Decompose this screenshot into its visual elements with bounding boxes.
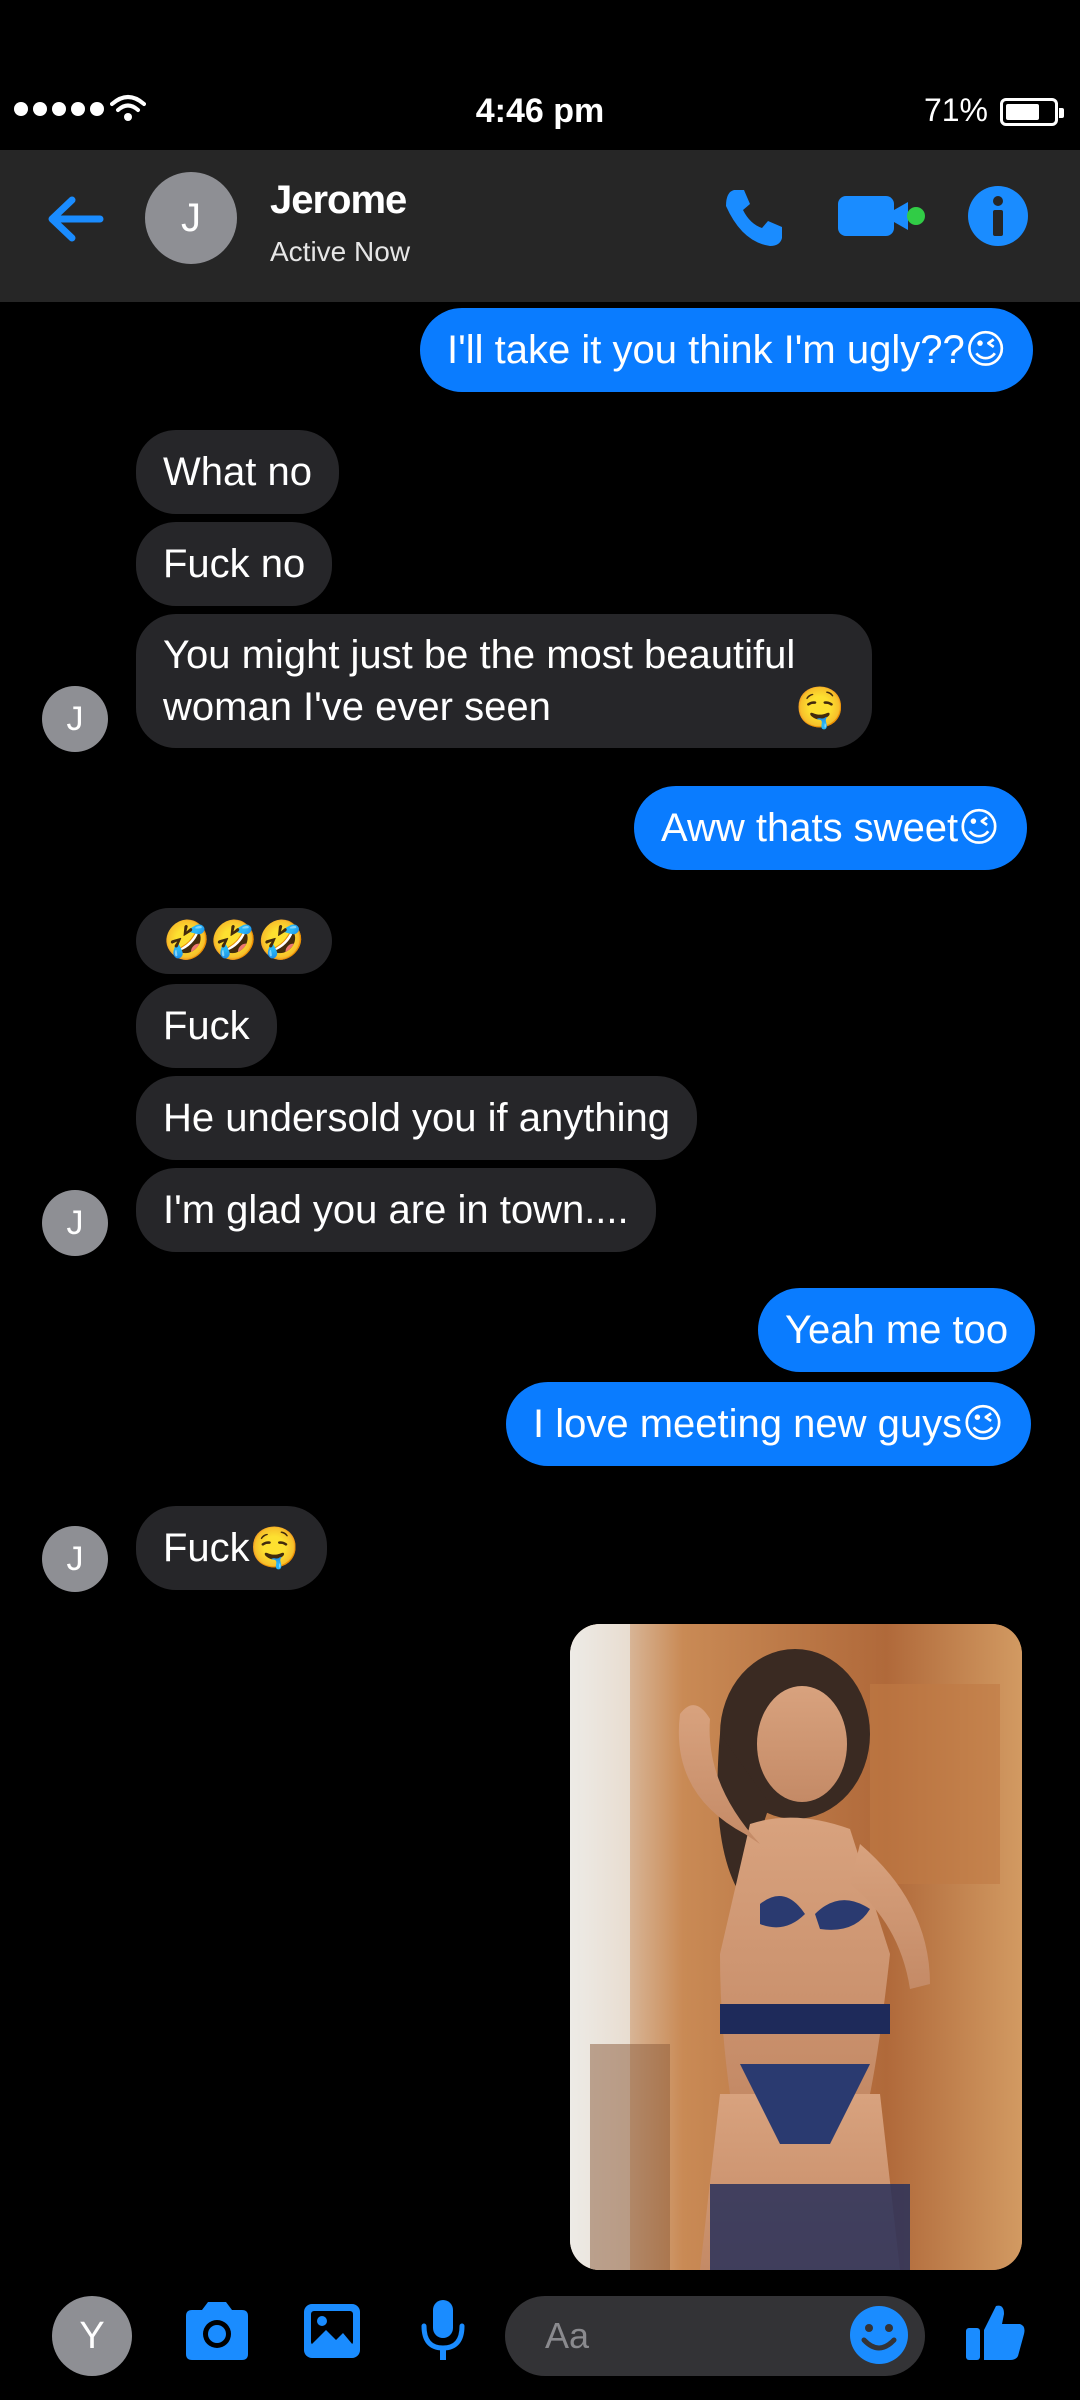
message-text: I love meeting new guys xyxy=(533,1402,963,1446)
message-bubble-sent[interactable]: I love meeting new guys 😉 xyxy=(506,1382,1031,1466)
thumbs-up-icon[interactable] xyxy=(964,2300,1028,2364)
message-bubble-received[interactable]: Fuck xyxy=(136,984,277,1068)
contact-avatar-small[interactable]: J xyxy=(42,1526,108,1592)
contact-avatar-small[interactable]: J xyxy=(42,686,108,752)
battery-icon xyxy=(1000,98,1064,126)
message-text: What no xyxy=(163,450,312,494)
message-bubble-sent[interactable]: Aww thats sweet 😉 xyxy=(634,786,1027,870)
phone-icon[interactable] xyxy=(720,184,786,250)
message-bubble-received[interactable]: Fuck no xyxy=(136,522,333,606)
composer-bar: Y Aa xyxy=(0,2280,1080,2400)
message-bubble-received[interactable]: What no xyxy=(136,430,339,514)
microphone-icon[interactable] xyxy=(418,2298,468,2364)
info-icon[interactable] xyxy=(966,184,1030,248)
message-bubble-received[interactable]: I'm glad you are in town.... xyxy=(136,1168,656,1252)
message-text: I'm glad you are in town.... xyxy=(163,1188,629,1232)
message-text: Aww thats sweet xyxy=(661,806,959,850)
video-camera-icon[interactable] xyxy=(838,194,930,238)
wink-emoji: 😉 xyxy=(958,806,1000,850)
message-bubble-received[interactable]: He undersold you if anything xyxy=(136,1076,697,1160)
message-text: Fuck xyxy=(163,1526,250,1570)
message-text: Yeah me too xyxy=(785,1308,1009,1352)
image-message[interactable] xyxy=(570,1624,1022,2270)
camera-icon[interactable] xyxy=(182,2300,252,2362)
chat-header: J Jerome Active Now xyxy=(0,150,1080,302)
message-bubble-sent[interactable]: Yeah me too xyxy=(758,1288,1036,1372)
battery-percent: 71% xyxy=(923,92,988,128)
message-text: Fuck xyxy=(163,1004,250,1048)
image-icon[interactable] xyxy=(302,2302,362,2360)
drooling-emoji: 🤤 xyxy=(249,1526,300,1570)
status-bar: 4:46 pm 71% xyxy=(0,88,1080,138)
status-time: 4:46 pm xyxy=(475,92,605,130)
message-text: I'll take it you think I'm ugly?? xyxy=(447,328,965,372)
message-bubble-received[interactable]: You might just be the most beautiful wom… xyxy=(136,614,873,748)
message-text: Fuck no xyxy=(163,542,306,586)
message-bubble-sent[interactable]: I'll take it you think I'm ugly?? 😉 xyxy=(420,308,1034,392)
contact-avatar[interactable]: J xyxy=(145,172,237,264)
contact-avatar-small[interactable]: J xyxy=(42,1190,108,1256)
contact-name[interactable]: Jerome xyxy=(270,178,407,223)
rofl-emoji: 🤣🤣🤣 xyxy=(163,920,305,962)
wink-emoji: 😉 xyxy=(962,1402,1004,1446)
photo-content xyxy=(570,1624,1022,2270)
arrow-left-icon[interactable] xyxy=(44,188,106,250)
message-bubble-received[interactable]: 🤣🤣🤣 xyxy=(136,908,332,974)
contact-status: Active Now xyxy=(270,236,411,267)
wink-emoji: 😉 xyxy=(964,328,1007,372)
messenger-chat-screen: 4:46 pm 71% J Jerome Active Now I'll tak… xyxy=(0,0,1080,2400)
my-avatar[interactable]: Y xyxy=(52,2296,132,2376)
message-text: He undersold you if anything xyxy=(163,1096,670,1140)
message-text: You might just be the most beautiful wom… xyxy=(163,633,796,729)
smiley-icon[interactable] xyxy=(848,2304,910,2366)
message-bubble-received[interactable]: Fuck 🤤 xyxy=(136,1506,327,1590)
drooling-emoji: 🤤 xyxy=(795,686,846,730)
